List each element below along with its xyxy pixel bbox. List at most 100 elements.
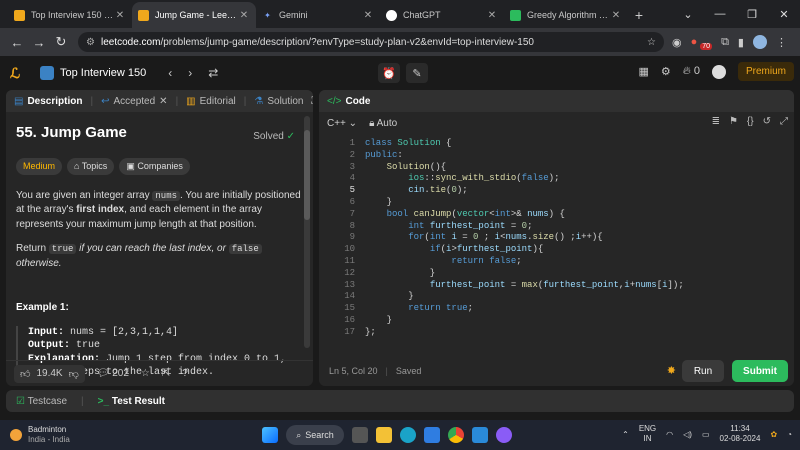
widget-subtitle: India - India bbox=[28, 435, 70, 444]
close-tab-icon[interactable]: ✕ bbox=[238, 10, 250, 21]
file-explorer-icon[interactable] bbox=[376, 427, 392, 443]
description-scroll-thumb[interactable] bbox=[304, 130, 310, 220]
extension-icons: ◉ ● 70 ⧉ ▮ ⋮ bbox=[672, 35, 787, 50]
settings-gear-icon[interactable]: ⚙ bbox=[661, 65, 671, 78]
restore-icon[interactable]: ❐ bbox=[736, 8, 768, 21]
browser-tab[interactable]: ChatGPT ✕ bbox=[380, 2, 504, 28]
store-icon[interactable] bbox=[424, 427, 440, 443]
maximize-icon[interactable]: ⛶ bbox=[311, 96, 313, 107]
language-indicator[interactable]: ENG IN bbox=[639, 424, 656, 445]
close-tab-icon[interactable]: ✕ bbox=[610, 10, 622, 21]
incognito-extension-icon[interactable]: ◉ bbox=[672, 36, 682, 49]
taskbar-search[interactable]: ⌕ Search bbox=[286, 425, 344, 445]
timer-icon[interactable]: ⏰ bbox=[378, 63, 400, 83]
help-icon[interactable]: ? bbox=[182, 368, 188, 379]
format-icon[interactable]: ≣ bbox=[712, 116, 720, 127]
downloads-icon[interactable]: ▮ bbox=[738, 36, 744, 49]
code-line: 8 int furthest_point = 0; bbox=[349, 220, 533, 231]
tab-label: Description bbox=[27, 95, 83, 107]
bookmark-star-icon[interactable]: ☆ bbox=[647, 37, 656, 48]
close-window-icon[interactable]: ✕ bbox=[768, 8, 800, 21]
browser-tab[interactable]: ✦ Gemini ✕ bbox=[256, 2, 380, 28]
fullscreen-icon[interactable]: ⤢ bbox=[780, 116, 788, 127]
close-tab-icon[interactable]: ✕ bbox=[362, 10, 374, 21]
language-select[interactable]: C++ ⌄ bbox=[327, 118, 357, 129]
wifi-icon[interactable]: ◠ bbox=[666, 430, 673, 439]
topics-tag[interactable]: ⌂ Topics bbox=[67, 157, 115, 175]
testcase-label: Testcase bbox=[27, 395, 68, 407]
code-tab[interactable]: </> Code bbox=[327, 96, 378, 107]
leetcode-logo-icon[interactable]: ℒ bbox=[10, 65, 26, 81]
forward-icon[interactable]: → bbox=[28, 35, 50, 50]
tab-editorial[interactable]: ▥ Editorial bbox=[186, 96, 244, 107]
user-avatar[interactable] bbox=[711, 64, 726, 79]
address-bar[interactable]: ⚙ leetcode.com/problems/jump-game/descri… bbox=[78, 32, 664, 52]
extensions-puzzle-icon[interactable]: ⧉ bbox=[721, 36, 729, 49]
editor-tools: ≣ ⚑ {} ↺ ⤢ bbox=[712, 116, 788, 127]
code-editor[interactable]: 1 class Solution { 2 public: 3 Solution(){… bbox=[319, 138, 794, 339]
next-problem-icon[interactable]: › bbox=[188, 66, 192, 80]
example-heading: Example 1: bbox=[16, 302, 69, 314]
auto-mode[interactable]: 🔒︎ Auto bbox=[369, 118, 397, 129]
vote-box: 👍︎ 19.4K 👎︎ bbox=[14, 364, 85, 383]
taskbar-apps: ⌕ Search bbox=[262, 425, 512, 445]
browser-tab[interactable]: Top Interview 150 - Stud✕ bbox=[8, 2, 132, 28]
chrome-icon[interactable] bbox=[448, 427, 464, 443]
premium-button[interactable]: Premium bbox=[737, 62, 794, 81]
menu-kebab-icon[interactable]: ⋮ bbox=[776, 36, 787, 49]
shuffle-icon[interactable]: ⇄ bbox=[208, 66, 218, 80]
browser-tab[interactable]: Greedy Algorithm Tutori✕ bbox=[504, 2, 628, 28]
task-view-icon[interactable] bbox=[352, 427, 368, 443]
run-button[interactable]: Run bbox=[682, 360, 724, 382]
companies-tag[interactable]: ▣ Companies bbox=[119, 157, 190, 175]
tab-solution[interactable]: ⚗ Solution bbox=[254, 96, 311, 107]
layout-grid-icon[interactable]: ▦ bbox=[638, 65, 648, 78]
vscode-icon[interactable] bbox=[472, 427, 488, 443]
close-tab-icon[interactable]: ✕ bbox=[159, 96, 167, 107]
tab-search-icon[interactable]: ⌄ bbox=[672, 8, 704, 21]
tray-chevron-icon[interactable]: ⌃ bbox=[622, 430, 629, 439]
debug-icon[interactable]: ✸ bbox=[667, 364, 676, 377]
minimize-icon[interactable]: — bbox=[704, 8, 736, 20]
tab-accepted[interactable]: ↩ Accepted ✕ bbox=[101, 96, 175, 107]
prev-problem-icon[interactable]: ‹ bbox=[168, 66, 172, 80]
tab-description[interactable]: ▤ Description bbox=[14, 96, 90, 107]
close-tab-icon[interactable]: ✕ bbox=[486, 10, 498, 21]
app-icon[interactable] bbox=[496, 427, 512, 443]
profile-avatar[interactable] bbox=[752, 35, 767, 49]
topics-label: Topics bbox=[81, 160, 108, 171]
copilot-icon[interactable]: ✿ bbox=[770, 430, 777, 439]
extension-icon[interactable]: ● bbox=[691, 36, 698, 48]
weather-widget[interactable]: Badminton India - India bbox=[10, 425, 70, 444]
back-icon[interactable]: ← bbox=[6, 35, 28, 50]
reload-icon[interactable]: ↻ bbox=[50, 34, 72, 50]
edge-icon[interactable] bbox=[400, 427, 416, 443]
test-result-tab[interactable]: >_ Test Result bbox=[98, 396, 165, 407]
browser-tab-active[interactable]: Jump Game - LeetCode✕ bbox=[132, 2, 256, 28]
chatgpt-favicon-icon bbox=[386, 9, 397, 21]
share-icon[interactable]: ⇱ bbox=[162, 368, 170, 379]
notes-icon[interactable]: ✎ bbox=[406, 63, 428, 83]
notification-icon[interactable]: ◔ bbox=[787, 430, 792, 439]
thumbs-up-icon[interactable]: 👍︎ bbox=[20, 368, 30, 380]
description-panel: ▤ Description | ↩ Accepted ✕ | ▥ Editorial | ⚗ S… bbox=[6, 90, 313, 386]
braces-icon[interactable]: {} bbox=[747, 116, 754, 127]
close-tab-icon[interactable]: ✕ bbox=[114, 10, 126, 21]
site-info-icon[interactable]: ⚙ bbox=[86, 37, 95, 48]
bookmark-icon[interactable]: ⚑ bbox=[729, 116, 738, 127]
volume-icon[interactable]: ◁) bbox=[683, 430, 692, 439]
thumbs-down-icon[interactable]: 👎︎ bbox=[69, 368, 79, 380]
windows-start-icon[interactable] bbox=[262, 427, 278, 443]
favorite-star-icon[interactable]: ☆ bbox=[141, 368, 150, 379]
reset-icon[interactable]: ↺ bbox=[763, 116, 771, 127]
testcase-tab[interactable]: ☑ Testcase bbox=[16, 396, 67, 407]
problem-tags: Medium ⌂ Topics ▣ Companies bbox=[16, 157, 303, 175]
streak-fire-icon[interactable]: 🔥︎ 0 bbox=[683, 65, 700, 78]
comments-button[interactable]: 💬︎ 202 bbox=[97, 368, 129, 379]
code-line: 9 for(int i = 0 ; i<nums.size() ;i++){ bbox=[349, 232, 603, 243]
submit-button[interactable]: Submit bbox=[732, 360, 788, 382]
problem-list-title[interactable]: Top Interview 150 bbox=[60, 67, 146, 79]
battery-icon[interactable]: ▭ bbox=[702, 430, 710, 439]
clock[interactable]: 11:34 02-08-2024 bbox=[720, 424, 761, 445]
new-tab-button[interactable]: + bbox=[628, 2, 650, 28]
